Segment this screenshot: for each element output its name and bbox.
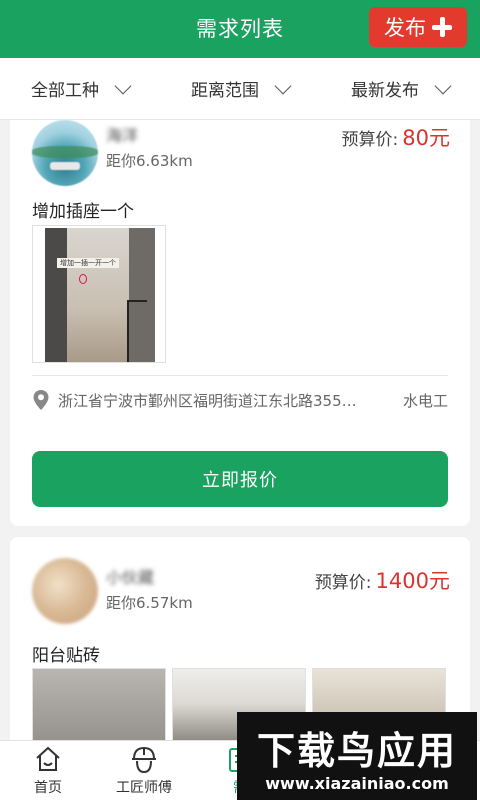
- watermark-logo: 下载鸟应用 www.xiazainiao.com: [237, 712, 477, 800]
- quote-now-button[interactable]: 立即报价: [32, 451, 448, 507]
- demand-card[interactable]: 小伙藏 距你6.57km 预算价: 1400元 阳台贴砖: [10, 537, 470, 740]
- demand-photo[interactable]: 增加一插一开一个: [32, 225, 166, 363]
- filter-label: 距离范围: [191, 81, 259, 101]
- chevron-down-icon: [274, 77, 292, 94]
- price-label: 预算价:: [341, 130, 399, 150]
- trade-type: 水电工: [402, 391, 448, 410]
- nav-craftsman[interactable]: 工匠师傅: [96, 741, 192, 800]
- demand-title: 阳台贴砖: [32, 646, 100, 666]
- nav-home[interactable]: 首页: [0, 741, 96, 800]
- watermark-title: 下载鸟应用: [256, 729, 457, 773]
- divider: [32, 375, 448, 376]
- filter-label: 全部工种: [31, 81, 99, 101]
- photo-caption: 增加一插一开一个: [57, 258, 119, 268]
- nav-label: 工匠师傅: [116, 780, 172, 796]
- filter-distance[interactable]: 距离范围: [160, 58, 320, 119]
- nav-label: 首页: [34, 780, 62, 796]
- publish-button-label: 发布: [384, 16, 426, 40]
- filter-trade-type[interactable]: 全部工种: [0, 58, 160, 119]
- plus-icon: [432, 17, 452, 37]
- location-pin-icon: [33, 390, 49, 410]
- distance-text: 距你6.57km: [106, 594, 193, 612]
- worker-helmet-icon: [132, 746, 156, 774]
- app-header: 需求列表 发布: [0, 0, 480, 58]
- user-name: 小伙藏: [106, 568, 155, 587]
- filter-bar: 全部工种 距离范围 最新发布: [0, 58, 480, 120]
- home-icon: [36, 746, 60, 771]
- watermark-url: www.xiazainiao.com: [265, 774, 449, 793]
- chevron-down-icon: [434, 77, 452, 94]
- avatar: [32, 558, 98, 624]
- user-name: 海洋: [106, 126, 139, 145]
- demand-photo[interactable]: [32, 668, 166, 740]
- publish-button[interactable]: 发布: [369, 7, 467, 47]
- price-value: 80元: [402, 126, 450, 150]
- demand-card[interactable]: 海洋 距你6.63km 预算价: 80元 增加插座一个 增加一插一开一个 浙江省…: [10, 120, 470, 526]
- demand-title: 增加插座一个: [32, 202, 134, 222]
- filter-label: 最新发布: [351, 81, 419, 101]
- demand-list[interactable]: 海洋 距你6.63km 预算价: 80元 增加插座一个 增加一插一开一个 浙江省…: [0, 120, 480, 740]
- address-row: 浙江省宁波市鄞州区福明街道江东北路355… 水电工: [32, 388, 448, 412]
- chevron-down-icon: [114, 77, 132, 94]
- address-text: 浙江省宁波市鄞州区福明街道江东北路355…: [58, 391, 357, 410]
- price-value: 1400元: [375, 569, 450, 593]
- distance-text: 距你6.63km: [106, 152, 193, 170]
- budget-price: 预算价: 80元: [342, 122, 450, 152]
- budget-price: 预算价: 1400元: [315, 565, 450, 595]
- avatar: [32, 120, 98, 186]
- filter-sort[interactable]: 最新发布: [320, 58, 480, 119]
- price-label: 预算价:: [314, 573, 372, 593]
